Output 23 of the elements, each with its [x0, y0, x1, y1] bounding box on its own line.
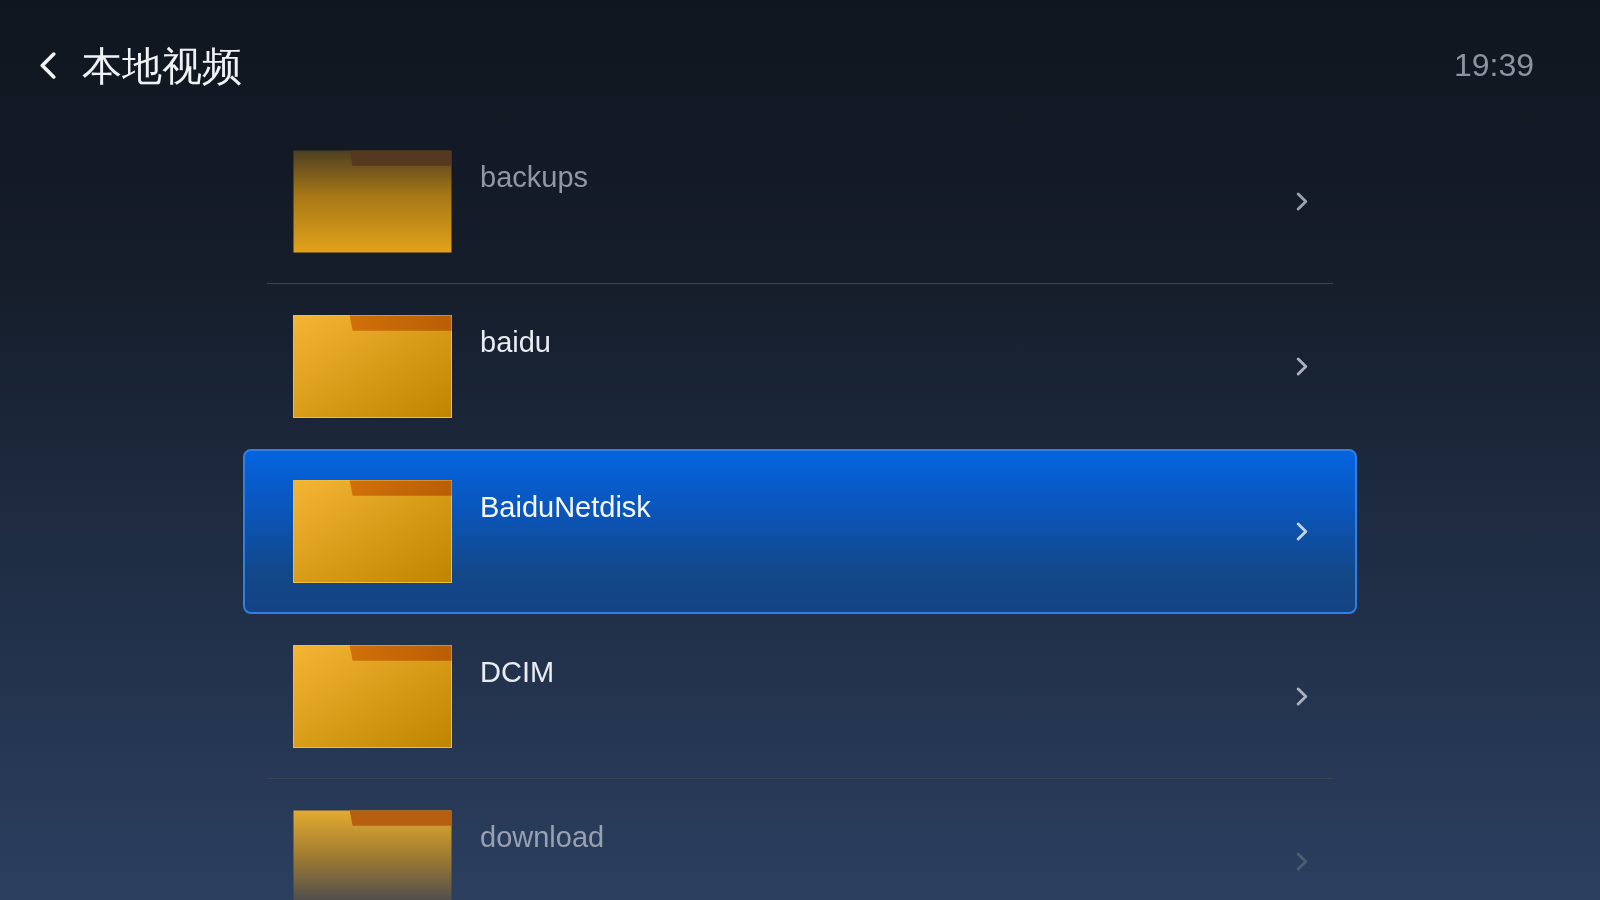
folder-name: download	[480, 820, 605, 855]
folder-icon	[293, 809, 452, 900]
folder-icon	[293, 149, 452, 253]
back-icon[interactable]	[39, 52, 56, 79]
folder-row[interactable]: BaiduNetdisk	[243, 449, 1357, 614]
chevron-icon	[1296, 522, 1308, 541]
folder-icon	[293, 644, 452, 748]
folder-icon	[293, 480, 452, 583]
folder-name: backups	[480, 160, 588, 195]
clock-time: 19:39	[1453, 46, 1534, 85]
chevron-icon	[1296, 851, 1308, 871]
folder-icon	[293, 314, 452, 418]
folder-row[interactable]: DCIM	[267, 614, 1333, 779]
folder-name: DCIM	[480, 655, 555, 690]
chevron-icon	[1296, 686, 1308, 706]
folder-name: baidu	[480, 325, 551, 360]
folder-name: BaiduNetdisk	[480, 490, 651, 525]
folder-row[interactable]: baidu	[267, 284, 1333, 449]
chevron-icon	[1296, 191, 1308, 211]
folder-row[interactable]: backups	[267, 119, 1333, 284]
folder-row[interactable]: download	[267, 779, 1333, 900]
chevron-icon	[1296, 356, 1308, 376]
page-title: 本地视频	[82, 42, 242, 90]
